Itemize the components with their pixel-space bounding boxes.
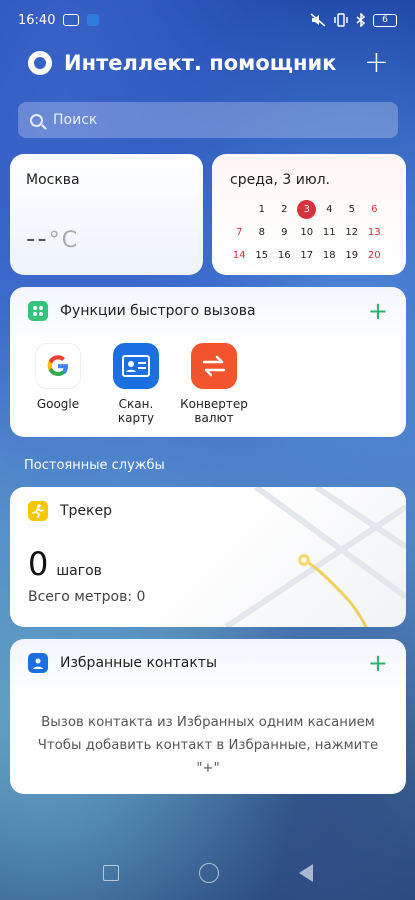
navigation-bar	[0, 858, 415, 888]
quick-functions-icon	[28, 301, 48, 321]
add-widget-button[interactable]: +	[364, 48, 389, 78]
steps-label: шагов	[56, 563, 102, 579]
temperature-unit: °C	[48, 228, 80, 253]
calendar-day: 2	[281, 204, 288, 215]
tracker-header: Трекер	[28, 501, 388, 521]
calendar-day: 5	[348, 204, 355, 215]
app-header: Интеллект. помощник +	[28, 44, 389, 82]
page-title: Интеллект. помощник	[64, 51, 337, 75]
search-placeholder: Поиск	[53, 112, 98, 128]
weather-city: Москва	[26, 172, 80, 188]
search-icon	[30, 113, 43, 127]
calendar-day: 1	[258, 204, 265, 215]
currency-converter-icon	[191, 343, 237, 389]
description-line: "+"	[196, 761, 220, 776]
notification-icon	[63, 14, 80, 26]
calendar-day: 12	[345, 227, 359, 238]
app-google[interactable]: Google	[22, 343, 94, 425]
add-quick-function-button[interactable]: +	[368, 299, 388, 323]
calendar-day: 13	[367, 227, 381, 238]
google-icon	[35, 343, 81, 389]
calendar-day	[228, 200, 251, 219]
home-button[interactable]	[198, 863, 219, 883]
app-currency-converter[interactable]: Конвертер валют	[178, 343, 250, 425]
card-scan-icon	[113, 343, 159, 389]
calendar-day: 7	[236, 227, 243, 238]
weather-card[interactable]: Москва --°C	[10, 154, 203, 275]
description-line: Чтобы добавить контакт в Избранные, нажм…	[37, 738, 379, 753]
favorite-contacts-card: Избранные контакты + Вызов контакта из И…	[10, 639, 406, 794]
vibrate-icon	[334, 13, 348, 27]
assistant-logo-icon	[28, 51, 52, 75]
calendar-day: 4	[326, 204, 333, 215]
calendar-day: 15	[255, 250, 269, 261]
calendar-day-today: 3	[297, 200, 317, 219]
temperature-value: --	[26, 224, 49, 254]
quick-functions-header: Функции быстрого вызова +	[28, 299, 388, 323]
favorite-contacts-header: Избранные контакты +	[28, 651, 388, 675]
calendar-day: 18	[322, 250, 336, 261]
total-meters: Всего метров: 0	[28, 589, 146, 605]
steps-value: 0	[28, 545, 49, 583]
calendar-day: 8	[258, 227, 265, 238]
favorite-contacts-title: Избранные контакты	[60, 655, 218, 671]
calendar-grid: 1 2 3 4 5 6 7 8 9 10 11 12 13 14 15 16 17 18 19 20	[228, 200, 400, 265]
calendar-day: 20	[367, 250, 381, 261]
status-bar: 16:40 6	[0, 0, 415, 40]
app-card-scan[interactable]: Скан. карту	[100, 343, 172, 425]
calendar-date: среда, 3 июл.	[230, 172, 330, 188]
mute-vibrate-icon	[310, 13, 326, 27]
favorite-contacts-description: Вызов контакта из Избранных одним касани…	[28, 711, 388, 780]
calendar-day: 6	[371, 204, 378, 215]
app-label: Конвертер валют	[180, 397, 248, 425]
steps-counter: 0 шагов	[28, 545, 102, 583]
calendar-day: 10	[300, 227, 314, 238]
permanent-services-heading: Постоянные службы	[24, 458, 165, 473]
back-button[interactable]	[298, 864, 313, 882]
add-favorite-contact-button[interactable]: +	[368, 651, 388, 675]
bluetooth-notification-icon	[87, 14, 100, 26]
weather-temperature: --°C	[26, 224, 79, 254]
contact-icon	[28, 653, 48, 673]
tracker-card[interactable]: Трекер 0 шагов Всего метров: 0	[10, 487, 406, 627]
calendar-day: 14	[232, 250, 246, 261]
runner-icon	[28, 501, 48, 521]
app-label: Скан. карту	[117, 397, 155, 425]
calendar-card[interactable]: среда, 3 июл. 1 2 3 4 5 6 7 8 9 10 11 12 13 14 15 16 17 1…	[212, 154, 406, 275]
description-line: Вызов контакта из Избранных одним касани…	[41, 715, 375, 730]
calendar-day: 16	[277, 250, 291, 261]
clock: 16:40	[18, 12, 56, 28]
quick-functions-title: Функции быстрого вызова	[60, 303, 256, 319]
calendar-day: 17	[300, 250, 314, 261]
app-label: Google	[36, 397, 80, 411]
calendar-day: 11	[322, 227, 336, 238]
search-input[interactable]: Поиск	[18, 102, 398, 138]
battery-icon: 6	[373, 13, 397, 27]
tracker-title: Трекер	[60, 503, 113, 519]
quick-functions-card: Функции быстрого вызова + Google Скан. к…	[10, 287, 406, 437]
calendar-day: 9	[281, 227, 288, 238]
calendar-day: 19	[345, 250, 359, 261]
recent-apps-button[interactable]	[102, 865, 119, 881]
quick-apps-list: Google Скан. карту Конвертер валют	[22, 343, 250, 425]
bluetooth-icon	[356, 13, 366, 27]
